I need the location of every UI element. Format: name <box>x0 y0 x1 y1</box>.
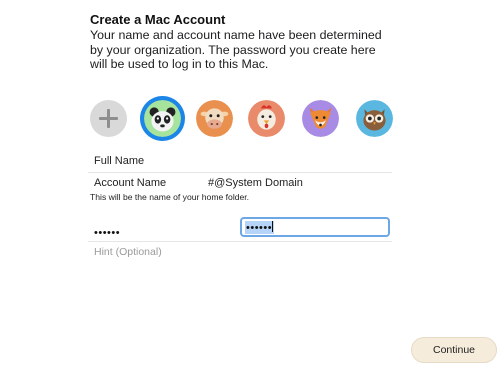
fox-icon <box>302 100 339 137</box>
owl-icon <box>356 100 393 137</box>
verify-password-selection: •••••• <box>245 221 275 234</box>
avatar-chicken[interactable] <box>248 100 285 137</box>
account-name-label: Account Name <box>94 177 167 189</box>
avatar-owl[interactable] <box>356 100 393 137</box>
text-caret <box>272 221 274 232</box>
password-field[interactable]: •••••• <box>94 227 120 239</box>
account-name-value: #@System Domain <box>208 177 303 189</box>
avatar-cow[interactable] <box>196 100 233 137</box>
verify-password-field[interactable]: •••••• <box>240 217 390 237</box>
page-title: Create a Mac Account <box>90 12 226 27</box>
avatar-picker <box>88 96 398 141</box>
avatar-fox[interactable] <box>302 100 339 137</box>
panda-icon <box>144 100 181 137</box>
full-name-label: Full Name <box>94 155 145 167</box>
continue-button[interactable]: Continue <box>411 337 497 363</box>
page-description: Your name and account name have been det… <box>90 28 382 72</box>
avatar-panda[interactable] <box>144 100 181 137</box>
password-hint-input[interactable]: Hint (Optional) <box>94 246 162 258</box>
add-photo-button[interactable] <box>90 100 127 137</box>
full-name-row[interactable]: Full Name <box>88 150 392 173</box>
home-folder-hint: This will be the name of your home folde… <box>90 192 250 202</box>
cow-icon <box>196 100 233 137</box>
chicken-icon <box>248 100 285 137</box>
divider <box>88 241 392 242</box>
account-form: Full Name Account Name #@System Domain T… <box>88 150 392 258</box>
